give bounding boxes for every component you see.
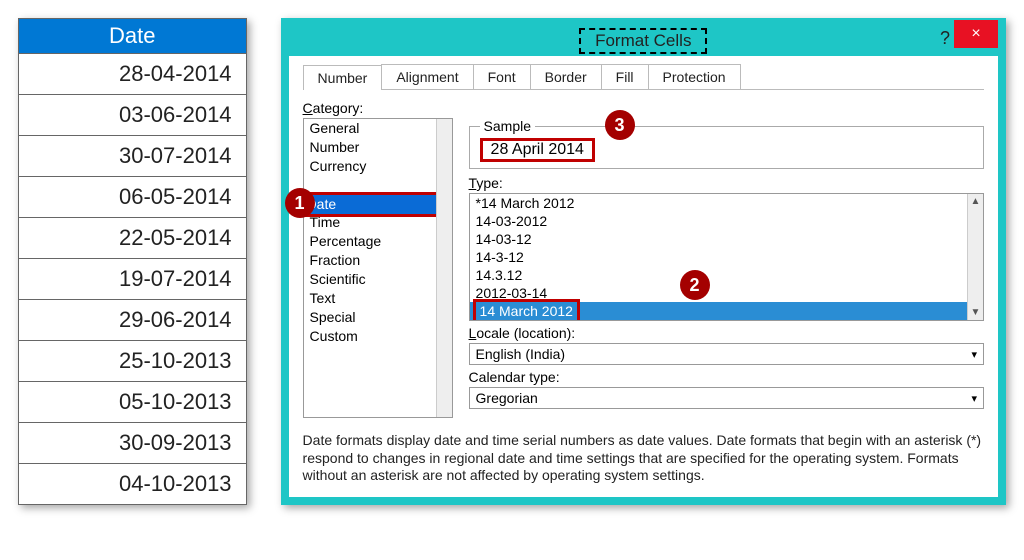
callout-badge-3: 3	[605, 110, 635, 140]
type-item[interactable]: 14-03-12	[470, 230, 983, 248]
sample-legend: Sample	[480, 118, 535, 134]
category-item[interactable]: Special	[304, 308, 452, 327]
tab-alignment[interactable]: Alignment	[381, 64, 473, 89]
callout-badge-1: 1	[285, 188, 315, 218]
tab-number[interactable]: Number	[303, 65, 383, 90]
help-button[interactable]: ?	[940, 28, 950, 49]
tab-fill[interactable]: Fill	[601, 64, 649, 89]
format-cells-dialog: Format Cells ? × Number Alignment Font B…	[281, 18, 1006, 505]
category-label: Category:	[303, 100, 984, 116]
scroll-up-icon[interactable]: ▲	[971, 196, 981, 207]
chevron-down-icon: ▾	[971, 392, 977, 405]
category-list[interactable]: General Number Currency Accounting Date …	[303, 118, 453, 418]
titlebar: Format Cells ? ×	[289, 26, 998, 56]
calendar-combo[interactable]: Gregorian ▾	[469, 387, 984, 409]
locale-value: English (India)	[476, 346, 566, 362]
category-item[interactable]: General	[304, 119, 452, 138]
table-row: 05-10-2013	[19, 381, 247, 422]
type-item-selected[interactable]: 14 March 2012	[470, 302, 967, 320]
category-item[interactable]: Percentage	[304, 232, 452, 251]
chevron-down-icon: ▾	[971, 348, 977, 361]
type-scrollbar[interactable]: ▲ ▼	[967, 194, 983, 320]
sample-group: Sample 28 April 2014	[469, 118, 984, 169]
type-item[interactable]: *14 March 2012	[470, 194, 983, 212]
tab-font[interactable]: Font	[473, 64, 531, 89]
date-table: Date 28-04-2014 03-06-2014 30-07-2014 06…	[18, 18, 247, 505]
category-item[interactable]: Number	[304, 138, 452, 157]
type-list[interactable]: 2 *14 March 2012 14-03-2012 14-03-12 14-…	[469, 193, 984, 321]
table-row: 30-09-2013	[19, 422, 247, 463]
category-item[interactable]: Fraction	[304, 251, 452, 270]
locale-label: Locale (location):	[469, 325, 984, 341]
category-item[interactable]: Custom	[304, 327, 452, 346]
type-label: Type:	[469, 175, 984, 191]
category-item[interactable]: Scientific	[304, 270, 452, 289]
type-item[interactable]: 14-03-2012	[470, 212, 983, 230]
close-button[interactable]: ×	[954, 20, 998, 48]
category-item-date[interactable]: Date	[303, 192, 453, 217]
type-item[interactable]: 14-3-12	[470, 248, 983, 266]
locale-combo[interactable]: English (India) ▾	[469, 343, 984, 365]
category-item[interactable]: Text	[304, 289, 452, 308]
table-row: 06-05-2014	[19, 176, 247, 217]
format-explanation: Date formats display date and time seria…	[303, 432, 984, 485]
calendar-value: Gregorian	[476, 390, 538, 406]
calendar-label: Calendar type:	[469, 369, 984, 385]
tab-strip: Number Alignment Font Border Fill Protec…	[303, 64, 984, 90]
scroll-down-icon[interactable]: ▼	[971, 307, 981, 318]
table-row: 04-10-2013	[19, 463, 247, 504]
category-item[interactable]: Currency	[304, 157, 452, 176]
table-row: 28-04-2014	[19, 54, 247, 95]
category-scrollbar[interactable]	[436, 119, 452, 417]
tab-protection[interactable]: Protection	[648, 64, 741, 89]
table-row: 19-07-2014	[19, 258, 247, 299]
callout-badge-2: 2	[680, 270, 710, 300]
table-row: 30-07-2014	[19, 135, 247, 176]
dialog-title: Format Cells	[579, 28, 707, 54]
type-item[interactable]: 14.3.12	[470, 266, 983, 284]
table-row: 22-05-2014	[19, 217, 247, 258]
date-table-header: Date	[19, 19, 247, 54]
table-row: 29-06-2014	[19, 299, 247, 340]
tab-border[interactable]: Border	[530, 64, 602, 89]
sample-value: 28 April 2014	[480, 138, 595, 162]
table-row: 25-10-2013	[19, 340, 247, 381]
table-row: 03-06-2014	[19, 94, 247, 135]
